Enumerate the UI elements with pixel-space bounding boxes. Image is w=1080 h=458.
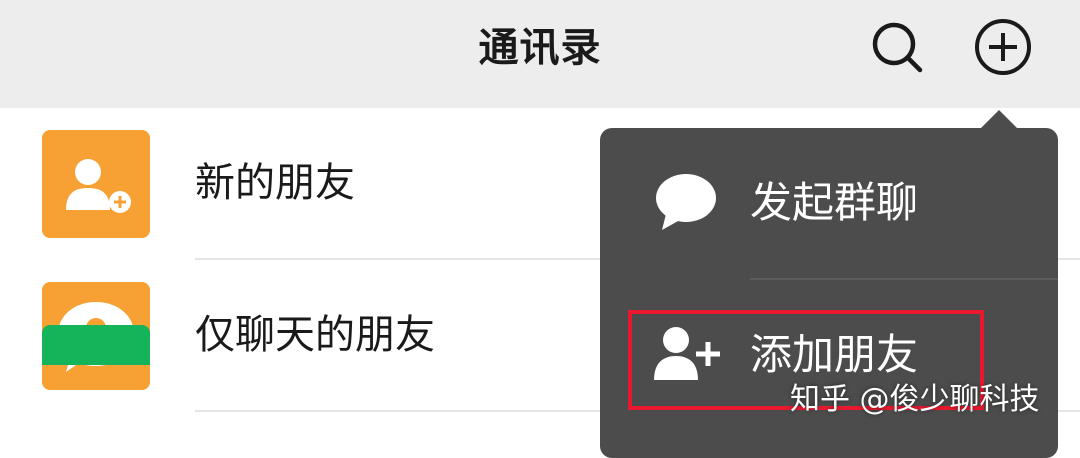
add-button[interactable] — [968, 12, 1038, 82]
watermark: 知乎 @俊少聊科技 — [790, 382, 1040, 417]
menu-item-start-group-chat[interactable]: 发起群聊 — [600, 128, 1058, 278]
menu-item-label: 发起群聊 — [750, 178, 919, 227]
add-user-icon — [66, 159, 131, 213]
search-icon — [872, 22, 923, 73]
avatar[interactable] — [42, 325, 150, 365]
chat-bubble-icon — [656, 174, 716, 230]
popup-caret — [980, 110, 1018, 129]
list-item-label: 仅聊天的朋友 — [195, 312, 435, 358]
avatar — [42, 130, 150, 238]
list-item-label: 新的朋友 — [195, 160, 355, 206]
plus-circle-icon — [975, 19, 1031, 75]
search-button[interactable] — [862, 12, 932, 82]
top-bar: 通讯录 — [0, 0, 1080, 108]
